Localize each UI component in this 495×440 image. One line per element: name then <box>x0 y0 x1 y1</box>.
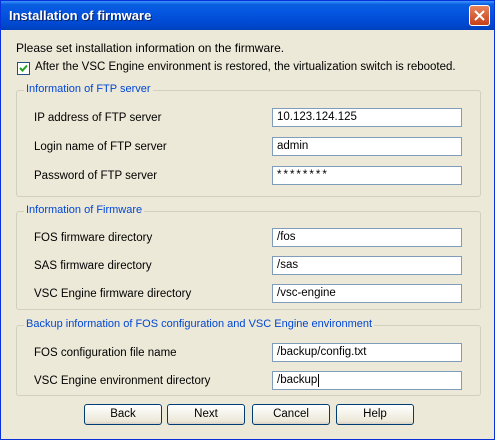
vsc-engine-env-dir-value: /backup <box>277 374 318 386</box>
backup-group: Backup information of FOS configuration … <box>16 318 481 396</box>
next-button[interactable]: Next <box>167 404 245 425</box>
title-bar[interactable]: Installation of firmware <box>1 1 494 30</box>
vsc-engine-env-dir-label: VSC Engine environment directory <box>34 375 211 387</box>
password-label: Password of FTP server <box>34 170 158 182</box>
login-name-input[interactable]: admin <box>272 137 462 156</box>
installation-dialog: Installation of firmware Please set inst… <box>0 0 495 440</box>
sas-firmware-dir-label: SAS firmware directory <box>34 260 152 272</box>
reboot-checkbox[interactable] <box>17 62 30 75</box>
firmware-legend: Information of Firmware <box>24 204 145 216</box>
text-caret <box>318 374 320 387</box>
sas-firmware-dir-input[interactable]: /sas <box>272 256 462 275</box>
vsc-engine-env-dir-input[interactable]: /backup <box>272 371 462 390</box>
close-icon <box>474 10 485 21</box>
vsc-engine-firmware-dir-input[interactable]: /vsc-engine <box>272 284 462 303</box>
intro-text: Please set installation information on t… <box>16 41 285 55</box>
ip-address-input[interactable]: 10.123.124.125 <box>272 108 462 127</box>
fos-firmware-dir-input[interactable]: /fos <box>272 228 462 247</box>
cancel-button[interactable]: Cancel <box>252 404 330 425</box>
close-button[interactable] <box>469 5 490 26</box>
firmware-group: Information of Firmware FOS firmware dir… <box>16 204 481 310</box>
ftp-server-group: Information of FTP server IP address of … <box>16 83 481 197</box>
fos-firmware-dir-label: FOS firmware directory <box>34 232 153 244</box>
fos-config-file-label: FOS configuration file name <box>34 347 177 359</box>
reboot-checkbox-label: After the VSC Engine environment is rest… <box>35 61 456 73</box>
fos-config-file-input[interactable]: /backup/config.txt <box>272 343 462 362</box>
vsc-engine-firmware-dir-label: VSC Engine firmware directory <box>34 288 192 300</box>
window-title: Installation of firmware <box>9 8 152 23</box>
ftp-server-legend: Information of FTP server <box>24 83 153 95</box>
back-button[interactable]: Back <box>84 404 162 425</box>
checkmark-icon <box>19 64 28 72</box>
ip-address-label: IP address of FTP server <box>34 112 162 124</box>
backup-legend: Backup information of FOS configuration … <box>24 318 375 330</box>
login-name-label: Login name of FTP server <box>34 141 167 153</box>
password-input[interactable]: ******** <box>272 166 462 185</box>
help-button[interactable]: Help <box>336 404 414 425</box>
